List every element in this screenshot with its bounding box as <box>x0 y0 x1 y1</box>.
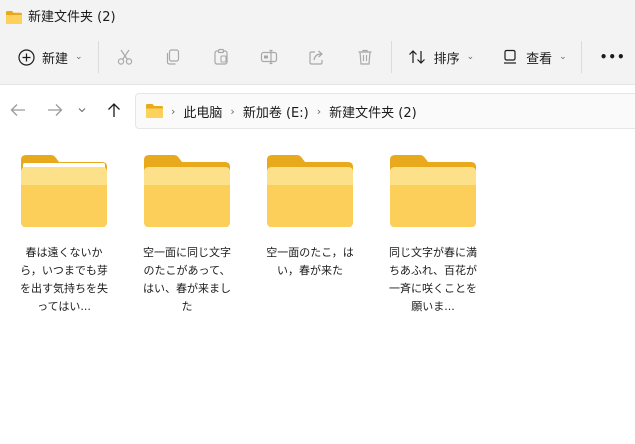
toolbar-separator <box>580 41 582 73</box>
arrow-right-icon <box>47 103 63 117</box>
command-bar: 新建 ⌄ 排序 ⌄ 查看 ⌄ ••• <box>0 30 635 85</box>
forward-button[interactable] <box>42 95 68 125</box>
share-icon <box>308 48 326 66</box>
scissors-icon <box>116 48 134 66</box>
navigation-bar: › 此电脑 › 新加卷 (E:) › 新建文件夹 (2) <box>0 85 635 135</box>
plus-circle-icon <box>18 48 35 66</box>
file-list: 春は遠くないから，いつまでも芽を出す気持ちを失ってはい... 空一面に同じ文字の… <box>0 135 635 444</box>
more-options-icon: ••• <box>599 50 626 64</box>
breadcrumb-separator-icon[interactable]: › <box>317 105 321 118</box>
new-button-label: 新建 <box>42 51 69 67</box>
cut-button[interactable] <box>108 39 142 75</box>
title-bar: 新建文件夹 (2) <box>0 0 635 30</box>
share-button[interactable] <box>300 39 334 75</box>
sort-button[interactable]: 排序 ⌄ <box>402 39 481 75</box>
trash-icon <box>356 48 374 66</box>
toolbar-separator <box>97 41 99 73</box>
new-button[interactable]: 新建 ⌄ <box>14 39 89 75</box>
more-options-button[interactable]: ••• <box>594 39 632 75</box>
sort-button-label: 排序 <box>433 51 460 67</box>
chevron-down-icon: ⌄ <box>466 52 475 62</box>
breadcrumb-drive-e[interactable]: 新加卷 (E:) <box>243 102 309 121</box>
folder-item[interactable]: 同じ文字が春に満ちあふれ、百花が一斉に咲くことを願いま... <box>378 155 488 316</box>
folder-item[interactable]: 空一面のたこ，はい，春が来た <box>255 155 365 280</box>
copy-icon <box>164 48 182 66</box>
folder-icon <box>6 9 22 24</box>
copy-button[interactable] <box>156 39 190 75</box>
arrow-up-icon <box>107 102 121 118</box>
recent-locations-button[interactable] <box>72 95 92 125</box>
view-icon <box>502 49 518 65</box>
view-button-label: 查看 <box>526 51 553 67</box>
rename-button[interactable] <box>252 39 286 75</box>
up-button[interactable] <box>101 95 127 125</box>
folder-name: 春は遠くないから，いつまでも芽を出す気持ちを失ってはい... <box>20 246 108 313</box>
chevron-down-icon: ⌄ <box>559 52 567 62</box>
folder-item[interactable]: 春は遠くないから，いつまでも芽を出す気持ちを失ってはい... <box>9 155 119 316</box>
folder-icon <box>146 104 163 118</box>
breadcrumb-separator-icon[interactable]: › <box>171 105 175 118</box>
breadcrumb-this-pc[interactable]: 此电脑 <box>183 102 222 121</box>
toolbar-separator <box>390 41 392 73</box>
rename-icon <box>260 48 278 66</box>
folder-icon <box>21 155 107 227</box>
folder-name: 空一面に同じ文字のたこがあって、はい、春が来ました <box>143 246 231 313</box>
folder-icon <box>390 155 476 227</box>
folder-icon <box>267 155 353 227</box>
back-button[interactable] <box>5 95 31 125</box>
breadcrumb-current-folder[interactable]: 新建文件夹 (2) <box>329 102 417 121</box>
window-title: 新建文件夹 (2) <box>28 9 116 25</box>
paste-button[interactable] <box>204 39 238 75</box>
breadcrumb-separator-icon[interactable]: › <box>230 105 234 118</box>
folder-icon <box>144 155 230 227</box>
address-bar[interactable]: › 此电脑 › 新加卷 (E:) › 新建文件夹 (2) <box>135 93 635 129</box>
folder-name: 空一面のたこ，はい，春が来た <box>266 246 354 277</box>
clipboard-icon <box>212 48 230 66</box>
view-button[interactable]: 查看 ⌄ <box>496 39 573 75</box>
chevron-down-icon: ⌄ <box>75 52 83 62</box>
delete-button[interactable] <box>348 39 382 75</box>
arrow-left-icon <box>10 103 26 117</box>
chevron-down-icon <box>78 107 86 113</box>
folder-name: 同じ文字が春に満ちあふれ、百花が一斉に咲くことを願いま... <box>388 246 478 313</box>
sort-icon <box>408 49 426 65</box>
folder-item[interactable]: 空一面に同じ文字のたこがあって、はい、春が来ました <box>132 155 242 316</box>
